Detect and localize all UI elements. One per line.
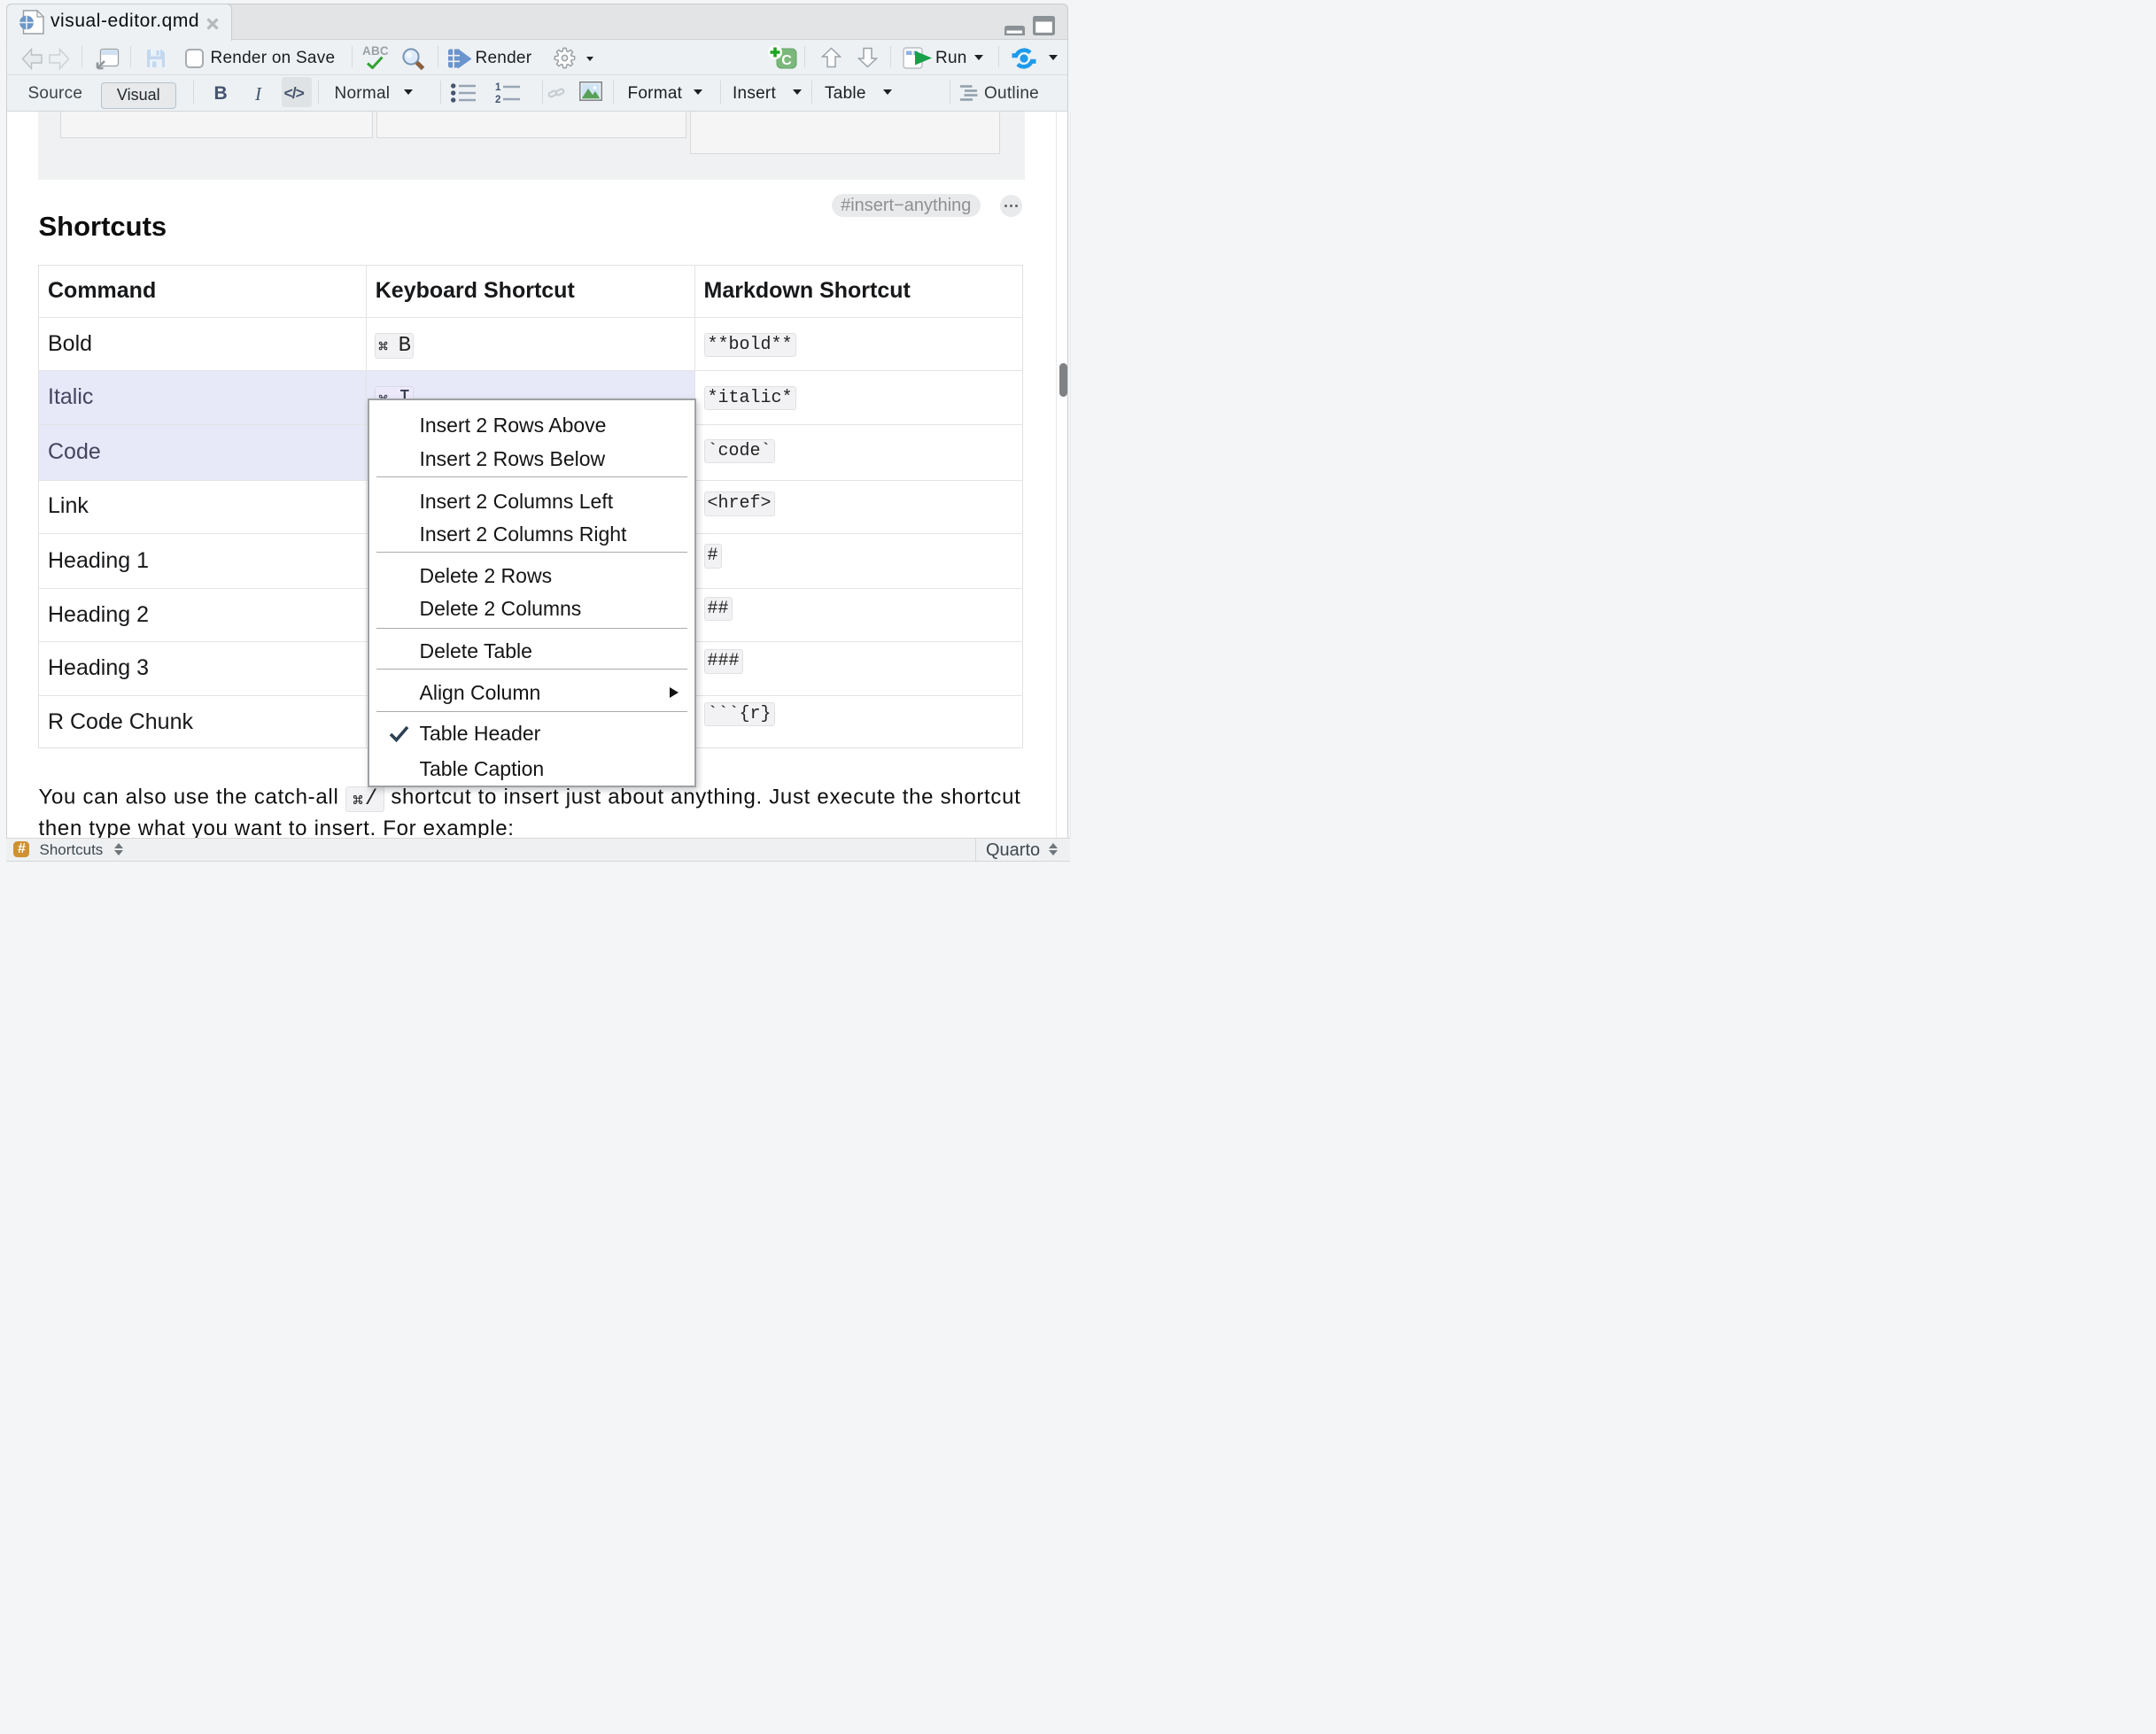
svg-text:2: 2 [495,95,500,105]
svg-text:1: 1 [495,82,501,93]
svg-text:C: C [781,53,792,68]
